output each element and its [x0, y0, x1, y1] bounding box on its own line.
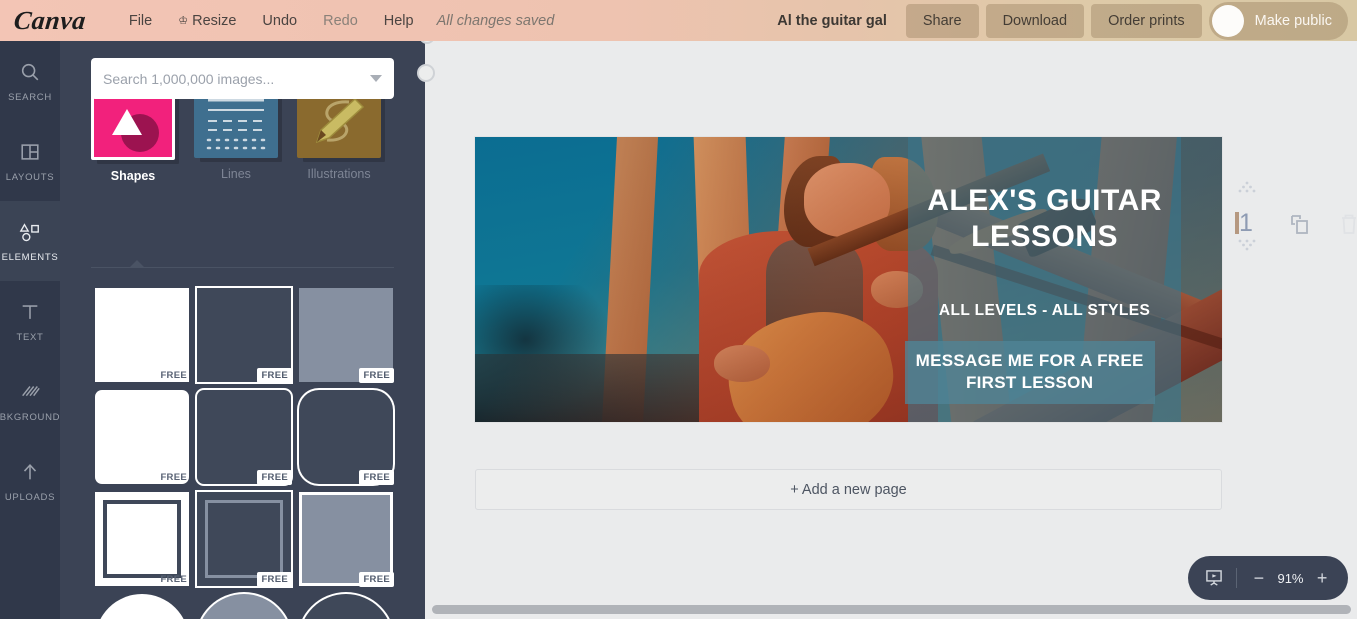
menu-item-resize-label: Resize	[192, 12, 237, 29]
category-illustrations[interactable]: Illustrations	[297, 86, 392, 183]
design-canvas-page[interactable]: ALEX'S GUITAR LESSONS ALL LEVELS - ALL S…	[475, 137, 1222, 422]
order-prints-button[interactable]: Order prints	[1091, 3, 1202, 38]
sidebar-item-search-label: SEARCH	[8, 92, 52, 103]
shape-item[interactable]: FREE	[91, 284, 193, 386]
zoom-out-button[interactable]: −	[1249, 569, 1269, 587]
canvas-workspace: ALEX'S GUITAR LESSONS ALL LEVELS - ALL S…	[425, 41, 1357, 619]
share-button[interactable]: Share	[905, 3, 979, 38]
page-controls: 1	[1230, 181, 1357, 251]
shape-item[interactable]	[295, 590, 397, 619]
free-badge: FREE	[359, 368, 394, 383]
free-badge: FREE	[257, 368, 292, 383]
peek-dot-bottom	[417, 64, 435, 82]
shapes-grid: FREE FREE FREE FREE FREE FREE FREE FREE …	[91, 284, 407, 619]
toggle-knob	[1211, 4, 1244, 37]
left-rail: SEARCH LAYOUTS ELEMENTS TEXT BKGROUND UP…	[0, 41, 60, 619]
category-lines-label: Lines	[221, 167, 251, 181]
download-button[interactable]: Download	[985, 3, 1085, 38]
free-badge: FREE	[257, 572, 292, 587]
add-new-page-button[interactable]: + Add a new page	[475, 469, 1222, 510]
shape-item[interactable]	[91, 590, 193, 619]
top-right-actions: Al the guitar gal Share Download Order p…	[777, 1, 1357, 40]
category-shapes-label: Shapes	[110, 169, 156, 183]
design-subline[interactable]: ALL LEVELS - ALL STYLES	[908, 302, 1181, 320]
element-category-tabs: Shapes Lines Illustrations	[91, 86, 394, 183]
design-cta-text[interactable]: MESSAGE ME FOR A FREE FIRST LESSON	[904, 340, 1155, 405]
elements-panel: Shapes Lines Illustrations FREE FREE FRE…	[60, 41, 425, 619]
elements-icon	[18, 219, 42, 245]
delete-page-button[interactable]	[1338, 212, 1357, 236]
sidebar-item-text[interactable]: TEXT	[0, 281, 60, 361]
presentation-icon[interactable]	[1204, 568, 1224, 588]
move-page-down-icon[interactable]	[1232, 239, 1262, 255]
free-badge: FREE	[160, 574, 187, 585]
main-menu: File ♔ Resize Undo Redo Help All changes …	[116, 7, 567, 35]
horizontal-scrollbar[interactable]	[432, 605, 1351, 614]
make-public-label: Make public	[1254, 12, 1332, 29]
zoom-level: 91%	[1277, 570, 1304, 586]
panel-divider	[91, 260, 394, 268]
move-page-up-icon[interactable]	[1232, 181, 1262, 197]
shape-item[interactable]: FREE	[295, 284, 397, 386]
shape-item[interactable]: FREE	[295, 386, 397, 488]
menu-item-help[interactable]: Help	[371, 7, 427, 35]
search-icon	[19, 59, 41, 85]
shape-item[interactable]	[193, 590, 295, 619]
menu-item-file[interactable]: File	[116, 7, 165, 35]
menu-item-resize[interactable]: ♔ Resize	[165, 7, 249, 35]
shape-item[interactable]: FREE	[193, 284, 295, 386]
sidebar-item-search[interactable]: SEARCH	[0, 41, 60, 121]
shape-item[interactable]: FREE	[193, 386, 295, 488]
category-shapes[interactable]: Shapes	[91, 86, 186, 183]
search-box[interactable]	[91, 58, 394, 99]
text-icon	[19, 299, 41, 325]
free-badge: FREE	[160, 370, 187, 381]
canva-logo[interactable]: Canva	[12, 6, 88, 36]
shape-item[interactable]: FREE	[91, 386, 193, 488]
sidebar-item-elements[interactable]: ELEMENTS	[0, 201, 60, 281]
make-public-toggle[interactable]: Make public	[1208, 1, 1348, 40]
free-badge: FREE	[160, 472, 187, 483]
zoom-divider	[1236, 568, 1237, 588]
sidebar-item-layouts-label: LAYOUTS	[5, 172, 55, 183]
shape-item[interactable]: FREE	[193, 488, 295, 590]
shape-item[interactable]: FREE	[295, 488, 397, 590]
canva-editor: Canva File ♔ Resize Undo Redo Help All ch…	[0, 0, 1357, 619]
document-title[interactable]: Al the guitar gal	[777, 13, 887, 29]
top-toolbar: Canva File ♔ Resize Undo Redo Help All ch…	[0, 0, 1357, 41]
sidebar-item-background-label: BKGROUND	[0, 412, 61, 423]
page-number: 1	[1235, 209, 1253, 237]
shape-item[interactable]: FREE	[91, 488, 193, 590]
duplicate-page-button[interactable]	[1288, 212, 1312, 236]
background-icon	[19, 379, 41, 405]
upload-icon	[19, 459, 41, 485]
free-badge: FREE	[257, 470, 292, 485]
sidebar-item-uploads[interactable]: UPLOADS	[0, 441, 60, 521]
free-badge: FREE	[359, 572, 394, 587]
zoom-controls: − 91% +	[1188, 556, 1348, 600]
free-badge: FREE	[359, 470, 394, 485]
sidebar-item-layouts[interactable]: LAYOUTS	[0, 121, 60, 201]
save-status: All changes saved	[436, 12, 555, 29]
sidebar-item-elements-label: ELEMENTS	[1, 252, 59, 263]
search-input[interactable]	[103, 70, 370, 87]
sidebar-item-uploads-label: UPLOADS	[4, 492, 56, 503]
category-lines[interactable]: Lines	[194, 86, 289, 183]
design-headline[interactable]: ALEX'S GUITAR LESSONS	[908, 183, 1181, 256]
chevron-down-icon[interactable]	[370, 75, 382, 82]
menu-item-undo[interactable]: Undo	[249, 7, 310, 35]
sidebar-item-background[interactable]: BKGROUND	[0, 361, 60, 441]
zoom-in-button[interactable]: +	[1312, 569, 1332, 587]
sidebar-item-text-label: TEXT	[16, 332, 44, 343]
image-search	[91, 58, 394, 99]
category-illustrations-label: Illustrations	[307, 167, 371, 181]
crown-icon: ♔	[178, 14, 189, 27]
menu-item-redo[interactable]: Redo	[310, 7, 371, 35]
layouts-icon	[19, 139, 41, 165]
